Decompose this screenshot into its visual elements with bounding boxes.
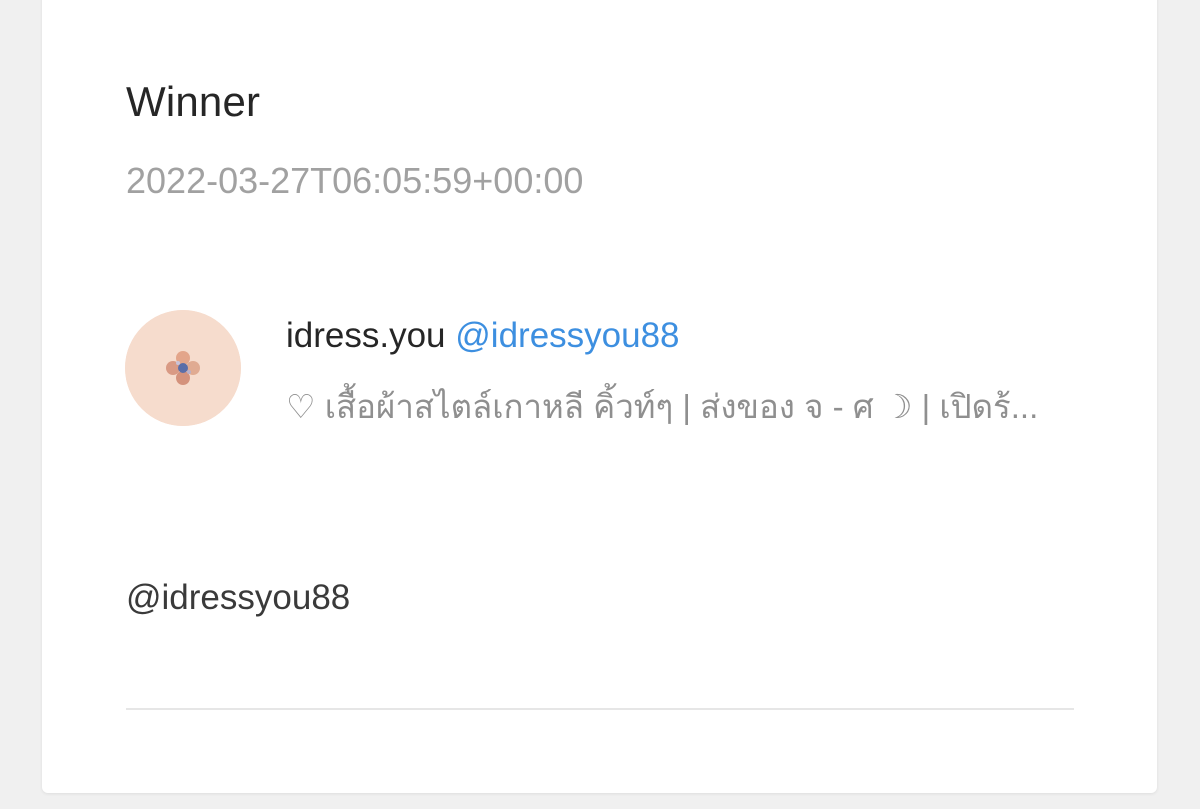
user-handle-link[interactable]: @idressyou88	[455, 316, 679, 355]
user-line: idress.you @idressyou88	[286, 316, 680, 356]
winner-card: Winner 2022-03-27T06:05:59+00:00 idress.…	[42, 0, 1157, 793]
timestamp: 2022-03-27T06:05:59+00:00	[126, 160, 584, 201]
avatar[interactable]	[125, 310, 241, 426]
user-bio: ♡ เสื้อผ้าสไตล์เกาหลี คิ้วท์ๆ | ส่งของ จ…	[286, 388, 1039, 425]
flower-icon	[125, 310, 241, 426]
post-mention[interactable]: @idressyou88	[126, 578, 350, 618]
divider	[126, 708, 1074, 710]
card-title: Winner	[126, 78, 261, 125]
display-name[interactable]: idress.you	[286, 316, 446, 355]
